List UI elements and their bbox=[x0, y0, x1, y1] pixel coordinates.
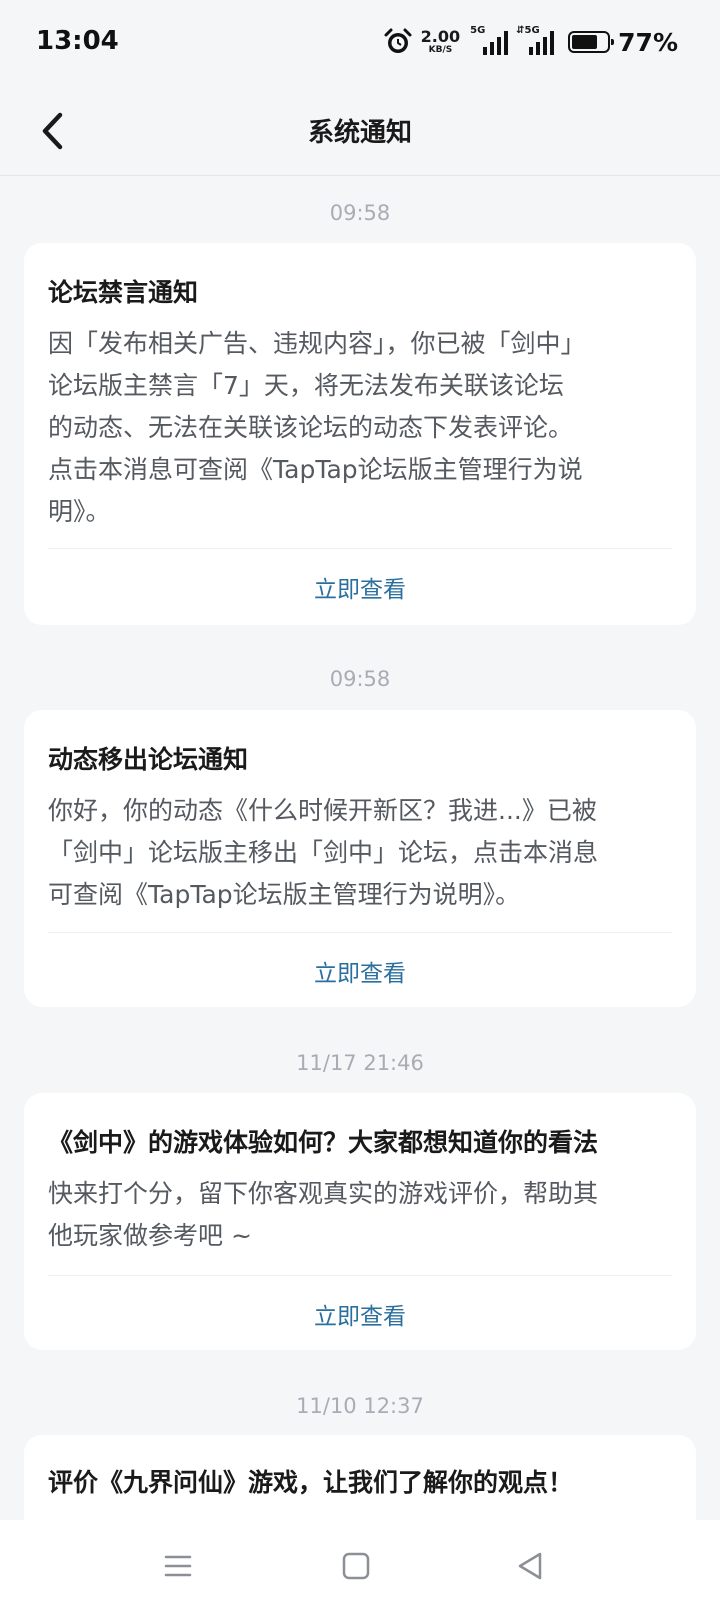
card-title: 评价《九界问仙》游戏，让我们了解你的观点！ bbox=[48, 1468, 574, 1497]
card-body-line: 的动态、无法在关联该论坛的动态下发表评论。 bbox=[48, 413, 574, 442]
nav-bar: 系统通知 bbox=[0, 86, 720, 176]
view-now-button[interactable]: 立即查看 bbox=[24, 1297, 696, 1331]
timestamp: 11/10 12:37 bbox=[296, 1394, 424, 1418]
timestamp: 11/17 21:46 bbox=[296, 1051, 424, 1075]
net-speed-unit: KB/S bbox=[428, 45, 453, 55]
net-speed-value: 2.00 bbox=[420, 27, 461, 46]
net-speed: 2.00 KB/S bbox=[421, 29, 460, 55]
notification-card[interactable]: 《剑中》的游戏体验如何？大家都想知道你的看法 快来打个分，留下你客观真实的游戏评… bbox=[24, 1093, 696, 1350]
card-body: 快来打个分，留下你客观真实的游戏评价，帮助其 他玩家做参考吧 ~ bbox=[48, 1173, 668, 1257]
status-bar: 13:04 2.00 KB/S 5G ⇵5G 77% bbox=[0, 0, 720, 86]
home-square-icon[interactable] bbox=[338, 1548, 374, 1584]
menu-icon[interactable] bbox=[160, 1548, 196, 1584]
notification-card[interactable]: 动态移出论坛通知 你好，你的动态《什么时候开新区？我进...》已被 「剑中」论坛… bbox=[24, 710, 696, 1007]
signal-icon: ⇵5G bbox=[516, 25, 555, 57]
page-title: 系统通知 bbox=[307, 118, 412, 148]
card-body-line: 论坛版主禁言「7」天，将无法发布关联该论坛 bbox=[48, 371, 564, 400]
view-now-button[interactable]: 立即查看 bbox=[24, 570, 696, 604]
status-time: 13:04 bbox=[36, 26, 119, 56]
view-now-button[interactable]: 立即查看 bbox=[24, 954, 696, 988]
battery-icon bbox=[568, 31, 615, 53]
status-icons: 2.00 KB/S 5G ⇵5G 77% bbox=[383, 24, 678, 60]
system-nav-bar bbox=[0, 1520, 720, 1609]
timestamp: 09:58 bbox=[329, 201, 391, 225]
card-body-line: 因「发布相关广告、违规内容」，你已被「剑中」 bbox=[48, 329, 586, 358]
card-body-line: 明》。 bbox=[48, 497, 111, 526]
card-divider bbox=[48, 932, 672, 933]
timestamp: 09:58 bbox=[329, 667, 391, 691]
card-body-line: 「剑中」论坛版主移出「剑中」论坛，点击本消息 bbox=[48, 838, 599, 867]
notification-card[interactable]: 评价《九界问仙》游戏，让我们了解你的观点！ bbox=[24, 1435, 696, 1520]
battery-percent: 77% bbox=[618, 27, 678, 57]
card-body: 因「发布相关广告、违规内容」，你已被「剑中」 论坛版主禁言「7」天，将无法发布关… bbox=[48, 323, 668, 533]
card-body-line: 他玩家做参考吧 ~ bbox=[48, 1221, 252, 1250]
card-title: 《剑中》的游戏体验如何？大家都想知道你的看法 bbox=[48, 1128, 599, 1157]
alarm-icon bbox=[383, 27, 413, 57]
back-triangle-icon[interactable] bbox=[512, 1548, 548, 1584]
card-divider bbox=[48, 1275, 672, 1276]
notification-list[interactable]: 09:58 论坛禁言通知 因「发布相关广告、违规内容」，你已被「剑中」 论坛版主… bbox=[0, 177, 720, 1520]
card-title: 动态移出论坛通知 bbox=[48, 745, 249, 774]
card-title: 论坛禁言通知 bbox=[48, 278, 199, 307]
card-body-line: 快来打个分，留下你客观真实的游戏评价，帮助其 bbox=[48, 1179, 599, 1208]
card-body-line: 可查阅《TapTap论坛版主管理行为说明》。 bbox=[48, 880, 521, 909]
card-body-line: 点击本消息可查阅《TapTap论坛版主管理行为说 bbox=[48, 455, 583, 484]
signal-icon: 5G bbox=[470, 25, 509, 57]
card-body: 你好，你的动态《什么时候开新区？我进...》已被 「剑中」论坛版主移出「剑中」论… bbox=[48, 790, 668, 916]
card-divider bbox=[48, 548, 672, 549]
notification-card[interactable]: 论坛禁言通知 因「发布相关广告、违规内容」，你已被「剑中」 论坛版主禁言「7」天… bbox=[24, 243, 696, 625]
card-body-line: 你好，你的动态《什么时候开新区？我进...》已被 bbox=[48, 796, 597, 825]
